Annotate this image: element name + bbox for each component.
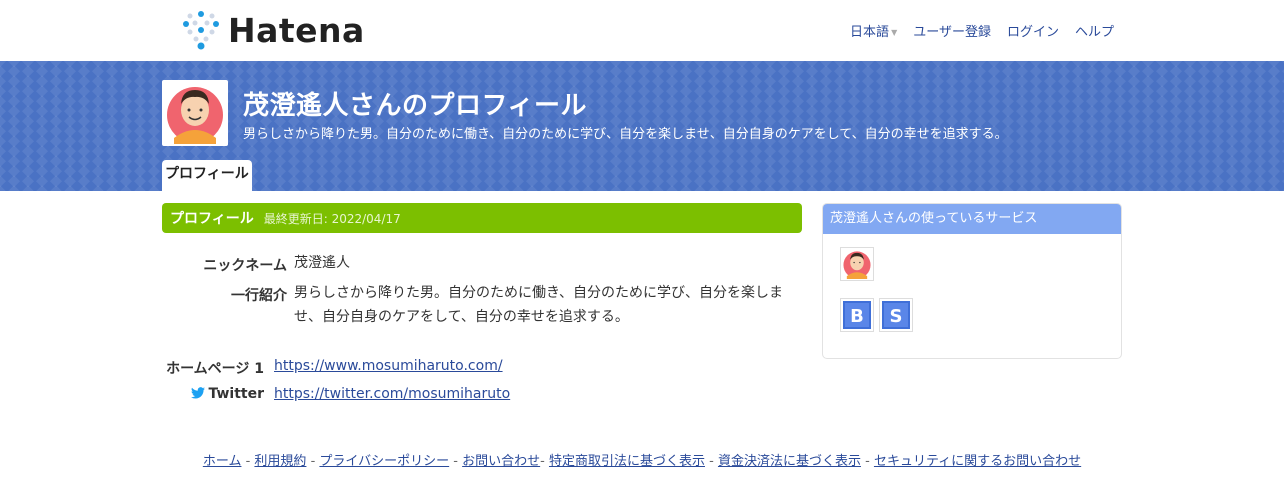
bookmark-service-icon: B <box>843 301 871 329</box>
footer-privacy-link[interactable]: プライバシーポリシー <box>319 454 449 469</box>
service-star-icon[interactable]: S <box>879 298 913 332</box>
profile-section-header: プロフィール 最終更新日: 2022/04/17 <box>162 203 802 233</box>
footer: ホーム - 利用規約 - プライバシーポリシー - お問い合わせ- 特定商取引法… <box>202 454 1082 469</box>
language-selector[interactable]: 日本語 ▼ <box>850 21 897 40</box>
top-bar: Hatena 日本語 ▼ ユーザー登録 ログイン ヘルプ <box>0 0 1284 61</box>
intro-value-line2: せ、自分自身のケアをして、自分の幸せを追求する。 <box>294 309 629 325</box>
intro-value-line1: 男らしさから降りた男。自分のために働き、自分のために学び、自分を楽しま <box>294 285 784 301</box>
avatar-icon <box>167 87 223 144</box>
twitter-link[interactable]: https://twitter.com/mosumiharuto <box>274 386 510 402</box>
avatar-small-icon <box>843 251 871 279</box>
footer-commerce-link[interactable]: 特定商取引法に基づく表示 <box>549 454 705 469</box>
footer-home-link[interactable]: ホーム <box>203 454 242 469</box>
footer-payment-link[interactable]: 資金決済法に基づく表示 <box>718 454 861 469</box>
hatena-logo-icon <box>183 11 219 50</box>
twitter-label-row: Twitter <box>150 386 264 402</box>
hatena-logo[interactable]: Hatena <box>180 10 365 50</box>
top-nav: 日本語 ▼ ユーザー登録 ログイン ヘルプ <box>850 21 1114 40</box>
help-link[interactable]: ヘルプ <box>1075 21 1114 40</box>
page-title: 茂澄遙人さんのプロフィール <box>243 91 587 121</box>
nickname-value: 茂澄遙人 <box>294 255 350 271</box>
footer-contact-link[interactable]: お問い合わせ <box>462 454 540 469</box>
services-title: 茂澄遙人さんの使っているサービス <box>823 204 1121 234</box>
last-updated: 最終更新日: 2022/04/17 <box>263 211 401 226</box>
login-link[interactable]: ログイン <box>1007 21 1059 40</box>
footer-security-link[interactable]: セキュリティに関するお問い合わせ <box>874 454 1081 469</box>
star-service-icon: S <box>882 301 910 329</box>
register-link[interactable]: ユーザー登録 <box>913 21 991 40</box>
tab-profile[interactable]: プロフィール <box>162 160 252 191</box>
avatar[interactable] <box>162 80 228 146</box>
section-title: プロフィール <box>170 211 254 227</box>
services-box: 茂澄遙人さんの使っているサービス <box>822 203 1122 359</box>
homepage-label: ホームページ 1 <box>166 361 264 377</box>
logo-text: Hatena <box>228 10 365 50</box>
intro-label: 一行紹介 <box>231 288 287 304</box>
service-s-letter: S <box>890 306 903 327</box>
footer-terms-link[interactable]: 利用規約 <box>254 454 306 469</box>
chevron-down-icon: ▼ <box>891 28 898 37</box>
service-avatar-icon[interactable] <box>840 247 874 281</box>
page-subtitle: 男らしさから降りた男。自分のために働き、自分のために学び、自分を楽しませ、自分自… <box>243 127 1008 142</box>
nickname-label: ニックネーム <box>203 258 287 274</box>
service-bookmark-icon[interactable]: B <box>840 298 874 332</box>
service-b-letter: B <box>850 306 864 327</box>
homepage-link[interactable]: https://www.mosumiharuto.com/ <box>274 358 503 374</box>
twitter-icon <box>191 387 206 399</box>
twitter-label: Twitter <box>208 386 264 402</box>
language-label: 日本語 <box>850 25 890 40</box>
